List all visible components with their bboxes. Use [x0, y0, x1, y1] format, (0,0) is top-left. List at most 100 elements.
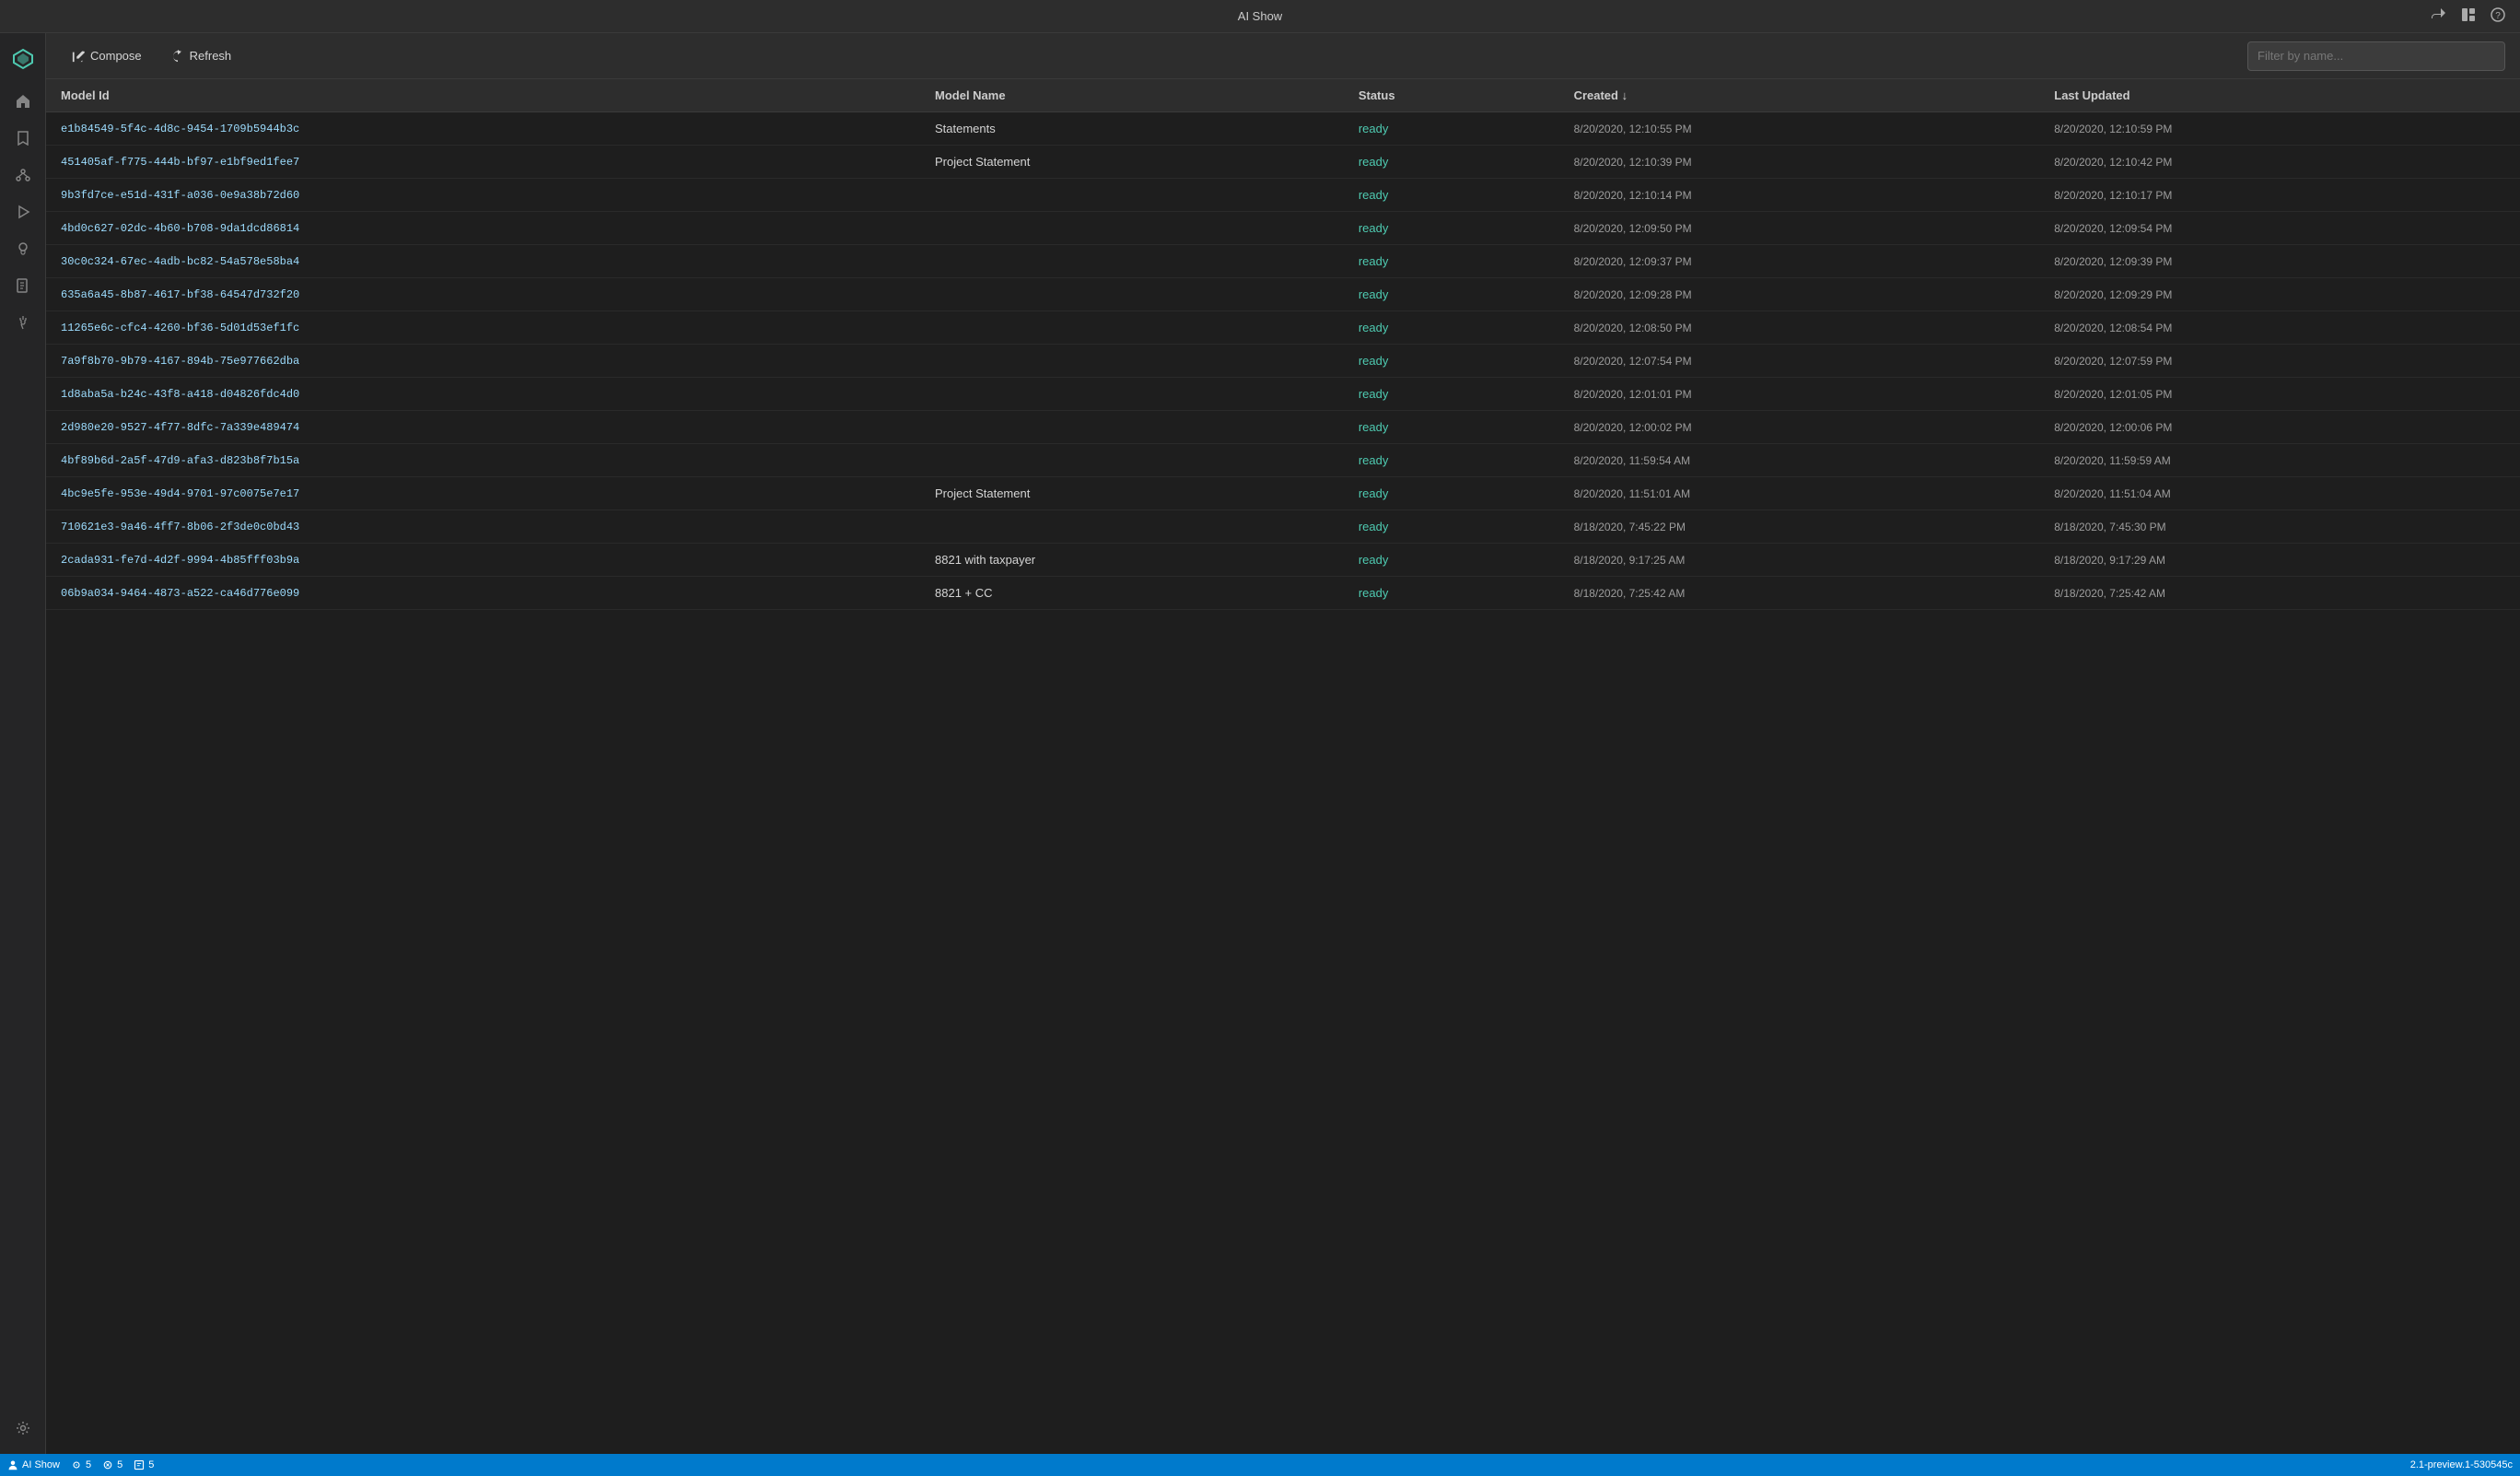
cell-last-updated: 8/20/2020, 12:01:05 PM — [2039, 378, 2520, 411]
sidebar-item-bulb[interactable] — [6, 232, 40, 265]
sidebar-item-settings[interactable] — [6, 1412, 40, 1445]
models-table: Model Id Model Name Status Created ↓ Las… — [46, 79, 2520, 610]
cell-created: 8/20/2020, 12:09:28 PM — [1559, 278, 2040, 311]
table-row[interactable]: 451405af-f775-444b-bf97-e1bf9ed1fee7Proj… — [46, 146, 2520, 179]
cell-status: ready — [1344, 245, 1559, 278]
cell-last-updated: 8/20/2020, 12:10:42 PM — [2039, 146, 2520, 179]
statusbar-icon2 — [102, 1459, 113, 1470]
sidebar-bottom — [6, 1410, 40, 1447]
cell-model-name — [920, 411, 1344, 444]
layout-icon[interactable] — [2461, 7, 2476, 25]
refresh-button[interactable]: Refresh — [160, 43, 243, 68]
statusbar: AI Show 5 5 5 2.1-preview.1-530545c — [0, 1454, 2520, 1476]
col-created[interactable]: Created ↓ — [1559, 79, 2040, 112]
sidebar — [0, 33, 46, 1454]
cell-model-id: 635a6a45-8b87-4617-bf38-64547d732f20 — [46, 278, 920, 311]
sidebar-item-network[interactable] — [6, 158, 40, 192]
statusbar-version-val: 2.1-preview.1-530545c — [2410, 1459, 2513, 1470]
cell-last-updated: 8/20/2020, 11:59:59 AM — [2039, 444, 2520, 477]
titlebar-icons: ? — [2432, 7, 2505, 25]
refresh-label: Refresh — [190, 49, 232, 63]
cell-status: ready — [1344, 378, 1559, 411]
sidebar-item-home[interactable] — [6, 85, 40, 118]
app-title: AI Show — [1238, 9, 1282, 23]
cell-model-id: 11265e6c-cfc4-4260-bf36-5d01d53ef1fc — [46, 311, 920, 345]
table-row[interactable]: 710621e3-9a46-4ff7-8b06-2f3de0c0bd43read… — [46, 510, 2520, 544]
table-row[interactable]: 2d980e20-9527-4f77-8dfc-7a339e489474read… — [46, 411, 2520, 444]
share-icon[interactable] — [2432, 7, 2446, 25]
sidebar-logo — [6, 42, 40, 76]
table-row[interactable]: 9b3fd7ce-e51d-431f-a036-0e9a38b72d60read… — [46, 179, 2520, 212]
cell-model-id: 2cada931-fe7d-4d2f-9994-4b85fff03b9a — [46, 544, 920, 577]
table-body: e1b84549-5f4c-4d8c-9454-1709b5944b3cStat… — [46, 112, 2520, 610]
cell-last-updated: 8/20/2020, 12:00:06 PM — [2039, 411, 2520, 444]
table-row[interactable]: 11265e6c-cfc4-4260-bf36-5d01d53ef1fcread… — [46, 311, 2520, 345]
cell-last-updated: 8/20/2020, 12:09:29 PM — [2039, 278, 2520, 311]
cell-model-name — [920, 245, 1344, 278]
compose-label: Compose — [90, 49, 142, 63]
toolbar: Compose Refresh — [46, 33, 2520, 79]
cell-created: 8/20/2020, 12:10:55 PM — [1559, 112, 2040, 146]
titlebar: AI Show ? — [0, 0, 2520, 33]
statusbar-count1-val: 5 — [86, 1459, 91, 1470]
compose-button[interactable]: Compose — [61, 43, 153, 68]
table-row[interactable]: 4bc9e5fe-953e-49d4-9701-97c0075e7e17Proj… — [46, 477, 2520, 510]
sidebar-item-run[interactable] — [6, 195, 40, 228]
cell-last-updated: 8/18/2020, 9:17:29 AM — [2039, 544, 2520, 577]
statusbar-icon3 — [134, 1459, 145, 1470]
statusbar-version: 2.1-preview.1-530545c — [2410, 1459, 2513, 1470]
table-row[interactable]: 7a9f8b70-9b79-4167-894b-75e977662dba read… — [46, 345, 2520, 378]
table-row[interactable]: e1b84549-5f4c-4d8c-9454-1709b5944b3cStat… — [46, 112, 2520, 146]
cell-created: 8/20/2020, 12:00:02 PM — [1559, 411, 2040, 444]
cell-model-name — [920, 311, 1344, 345]
col-status: Status — [1344, 79, 1559, 112]
sidebar-item-document[interactable] — [6, 269, 40, 302]
cell-created: 8/20/2020, 12:08:50 PM — [1559, 311, 2040, 345]
table-header: Model Id Model Name Status Created ↓ Las… — [46, 79, 2520, 112]
cell-status: ready — [1344, 444, 1559, 477]
cell-status: ready — [1344, 510, 1559, 544]
cell-status: ready — [1344, 278, 1559, 311]
cell-model-id: 451405af-f775-444b-bf97-e1bf9ed1fee7 — [46, 146, 920, 179]
cell-model-name — [920, 444, 1344, 477]
table-row[interactable]: 2cada931-fe7d-4d2f-9994-4b85fff03b9a8821… — [46, 544, 2520, 577]
cell-model-id: 1d8aba5a-b24c-43f8-a418-d04826fdc4d0 — [46, 378, 920, 411]
cell-status: ready — [1344, 112, 1559, 146]
col-last-updated: Last Updated — [2039, 79, 2520, 112]
cell-created: 8/20/2020, 11:51:01 AM — [1559, 477, 2040, 510]
help-icon[interactable]: ? — [2491, 7, 2505, 25]
cell-last-updated: 8/18/2020, 7:45:30 PM — [2039, 510, 2520, 544]
sidebar-item-plug[interactable] — [6, 306, 40, 339]
cell-model-id: 7a9f8b70-9b79-4167-894b-75e977662dba — [46, 345, 920, 378]
cell-created: 8/18/2020, 7:45:22 PM — [1559, 510, 2040, 544]
cell-model-name: 8821 + CC — [920, 577, 1344, 610]
statusbar-count2: 5 — [102, 1459, 122, 1470]
cell-status: ready — [1344, 146, 1559, 179]
col-model-name: Model Name — [920, 79, 1344, 112]
filter-input[interactable] — [2247, 41, 2505, 71]
cell-model-id: 2d980e20-9527-4f77-8dfc-7a339e489474 — [46, 411, 920, 444]
content-area: Compose Refresh Model Id Model Name Stat… — [46, 33, 2520, 1454]
cell-model-name: Project Statement — [920, 477, 1344, 510]
table-row[interactable]: 4bd0c627-02dc-4b60-b708-9da1dcd86814read… — [46, 212, 2520, 245]
cell-last-updated: 8/20/2020, 12:09:39 PM — [2039, 245, 2520, 278]
cell-status: ready — [1344, 212, 1559, 245]
cell-created: 8/20/2020, 11:59:54 AM — [1559, 444, 2040, 477]
table-row[interactable]: 635a6a45-8b87-4617-bf38-64547d732f20 read… — [46, 278, 2520, 311]
table-row[interactable]: 06b9a034-9464-4873-a522-ca46d776e0998821… — [46, 577, 2520, 610]
cell-created: 8/20/2020, 12:07:54 PM — [1559, 345, 2040, 378]
cell-status: ready — [1344, 345, 1559, 378]
compose-icon — [72, 50, 85, 63]
cell-model-name: 8821 with taxpayer — [920, 544, 1344, 577]
main-layout: Compose Refresh Model Id Model Name Stat… — [0, 33, 2520, 1454]
cell-model-id: 4bc9e5fe-953e-49d4-9701-97c0075e7e17 — [46, 477, 920, 510]
sidebar-item-bookmark[interactable] — [6, 122, 40, 155]
cell-last-updated: 8/20/2020, 12:07:59 PM — [2039, 345, 2520, 378]
cell-last-updated: 8/20/2020, 12:09:54 PM — [2039, 212, 2520, 245]
statusbar-app-label: AI Show — [22, 1459, 60, 1470]
table-row[interactable]: 30c0c324-67ec-4adb-bc82-54a578e58ba4read… — [46, 245, 2520, 278]
statusbar-count3: 5 — [134, 1459, 154, 1470]
table-row[interactable]: 1d8aba5a-b24c-43f8-a418-d04826fdc4d0 read… — [46, 378, 2520, 411]
table-row[interactable]: 4bf89b6d-2a5f-47d9-afa3-d823b8f7b15aread… — [46, 444, 2520, 477]
table-container[interactable]: Model Id Model Name Status Created ↓ Las… — [46, 79, 2520, 1454]
